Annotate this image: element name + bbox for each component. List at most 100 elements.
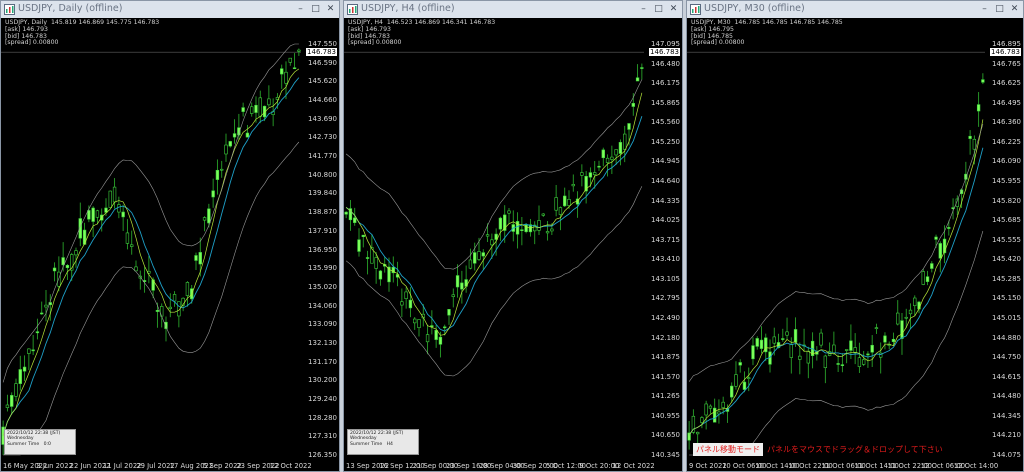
price-label: 137.910 <box>308 226 337 235</box>
candle-body <box>601 149 605 159</box>
candle-body <box>938 243 942 259</box>
candle-body <box>490 239 494 246</box>
candle-body <box>695 431 700 435</box>
candle-body <box>202 217 207 221</box>
price-label: 145.865 <box>651 98 680 107</box>
chart-window-h4[interactable]: USDJPY, H4 (offline) – □ ✕ USDJPY, H4 14… <box>343 0 683 472</box>
candle-body <box>125 232 130 244</box>
maximize-button[interactable]: □ <box>993 3 1006 15</box>
candle-body <box>425 334 430 343</box>
price-label: 146.765 <box>992 59 1021 68</box>
bollinger-lower <box>689 230 984 456</box>
candle-body <box>580 172 584 176</box>
chart-window-m30[interactable]: USDJPY, M30 (offline) – □ ✕ USDJPY, M30 … <box>686 0 1024 472</box>
price-chart[interactable]: USDJPY, M30 146.785 146.785 146.785 146.… <box>687 18 1023 471</box>
candle-body <box>563 195 567 207</box>
price-label: 145.620 <box>308 77 337 86</box>
window-titlebar[interactable]: USDJPY, H4 (offline) – □ ✕ <box>344 1 682 19</box>
window-titlebar[interactable]: USDJPY, Daily (offline) – □ ✕ <box>1 1 339 19</box>
price-label: 142.795 <box>651 294 680 303</box>
candle-body <box>849 340 853 351</box>
price-label: 144.025 <box>651 216 680 225</box>
candle-body <box>485 234 490 237</box>
minimize-button[interactable]: – <box>294 3 307 15</box>
close-button[interactable]: ✕ <box>324 3 337 15</box>
candle-body <box>194 255 198 261</box>
candle-body <box>520 229 524 231</box>
candle-body <box>554 197 558 211</box>
candle-body <box>258 97 262 117</box>
clock-panel[interactable]: 2022/10/12 22:38 (JST) Wednesday Summer … <box>4 429 76 455</box>
candle-body <box>713 407 717 423</box>
time-scale[interactable]: 13 Sep 2022 16 Sep 12:00 21 Sep 00:00 23 Se… <box>344 458 655 470</box>
price-chart[interactable]: USDJPY, Daily 145.819 146.869 145.775 14… <box>1 18 339 471</box>
candle-body <box>460 282 464 290</box>
candle-body <box>734 374 738 387</box>
candle-body <box>742 381 747 390</box>
candle-body <box>473 252 477 264</box>
candle-body <box>134 266 138 272</box>
candle-body <box>618 142 623 154</box>
price-label: 129.240 <box>308 394 337 403</box>
candle-body <box>168 306 172 309</box>
candle-body <box>297 49 301 52</box>
chart-window-icon <box>690 4 701 15</box>
candle-body <box>292 67 297 70</box>
candle-body <box>250 106 254 114</box>
candle-body <box>357 239 361 252</box>
chart-window-icon <box>4 4 15 15</box>
price-label: 143.410 <box>651 255 680 264</box>
window-title: USDJPY, M30 (offline) <box>704 3 805 14</box>
candle-body <box>404 291 408 299</box>
price-label: 146.895 <box>992 40 1021 48</box>
info-line: [spread] 0.00800 <box>348 39 402 47</box>
price-label: 146.090 <box>992 157 1021 166</box>
price-scale[interactable]: 147.095 146.480 146.175 145.865 145.560 145.2… <box>644 18 682 459</box>
candle-body <box>738 362 742 366</box>
candle-body <box>408 299 413 309</box>
candle-body <box>121 211 125 218</box>
candle-body <box>374 257 378 269</box>
candle-body <box>866 353 870 356</box>
candle-body <box>832 344 836 354</box>
ma-line-fast <box>2 77 300 436</box>
price-label: 143.715 <box>651 235 680 244</box>
price-scale[interactable]: 147.550 146.590 145.620 144.660 143.690 142.7… <box>301 18 339 459</box>
candle-body <box>747 377 751 380</box>
candle-body <box>981 79 985 83</box>
window-titlebar[interactable]: USDJPY, M30 (offline) – □ ✕ <box>687 1 1023 19</box>
time-scale[interactable]: 9 Oct 2022 10 Oct 06:00 10 Oct 14:00 10 Oct… <box>687 458 998 470</box>
time-scale[interactable]: 16 May 2022 3 Jun 2022 22 Jun 2022 11 Jul 2… <box>1 458 312 470</box>
candle-body <box>755 338 759 347</box>
candle-body <box>597 165 601 168</box>
price-label: 135.990 <box>308 264 337 273</box>
candle-body <box>921 271 925 285</box>
minimize-button[interactable]: – <box>637 3 650 15</box>
ma-line-slow <box>345 92 643 336</box>
close-button[interactable]: ✕ <box>1008 3 1021 15</box>
candle-body <box>430 325 434 328</box>
candle-body <box>976 104 981 112</box>
candle-body <box>844 349 849 351</box>
candle-body <box>904 316 908 319</box>
current-price-box: 146.783 <box>649 48 680 57</box>
price-label: 131.170 <box>308 357 337 366</box>
candle-body <box>117 204 121 213</box>
candle-body <box>130 244 134 247</box>
candle-body <box>455 275 460 288</box>
clock-panel[interactable]: 2022/10/12 22:38 (JST) Wednesday Summer … <box>347 429 419 455</box>
minimize-button[interactable]: – <box>978 3 991 15</box>
price-label: 140.955 <box>651 411 680 420</box>
close-button[interactable]: ✕ <box>667 3 680 15</box>
price-scale[interactable]: 146.895 146.765 146.625 146.495 146.360 146.2… <box>985 18 1023 459</box>
candle-body <box>284 71 288 84</box>
maximize-button[interactable]: □ <box>652 3 665 15</box>
candle-body <box>772 336 776 344</box>
price-chart[interactable]: USDJPY, H4 146.523 146.869 146.341 146.7… <box>344 18 682 471</box>
chart-window-daily[interactable]: USDJPY, Daily (offline) – □ ✕ USDJPY, Da… <box>0 0 340 472</box>
ma-line-fast <box>345 116 643 332</box>
price-label: 144.075 <box>992 451 1021 459</box>
maximize-button[interactable]: □ <box>309 3 322 15</box>
candle-body <box>558 207 563 215</box>
clock-line: Wednesday <box>7 436 34 442</box>
